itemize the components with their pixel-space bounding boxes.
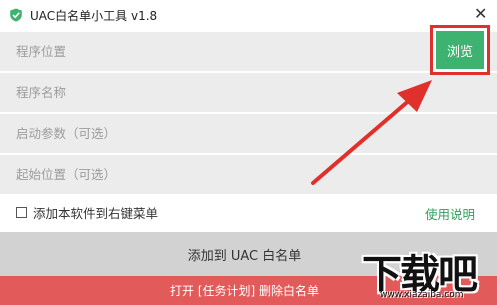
- browse-button[interactable]: 浏览: [436, 31, 484, 69]
- context-menu-option[interactable]: 添加本软件到右键菜单: [16, 204, 159, 221]
- add-to-whitelist-label: 添加到 UAC 白名单: [187, 248, 302, 264]
- program-path-input[interactable]: [0, 32, 420, 71]
- title-bar: UAC白名单小工具 v1.8 ✕: [0, 0, 497, 30]
- start-location-input[interactable]: [0, 155, 420, 194]
- watermark-url: www.xiazaiba.com: [380, 290, 464, 300]
- program-path-row: [0, 32, 497, 71]
- shield-check-icon: [10, 8, 22, 22]
- program-name-input[interactable]: [0, 73, 420, 112]
- launch-args-row: [0, 114, 497, 153]
- context-menu-checkbox-label: 添加本软件到右键菜单: [33, 205, 159, 221]
- window-title: UAC白名单小工具 v1.8: [30, 9, 158, 23]
- help-link[interactable]: 使用说明: [425, 204, 475, 223]
- launch-args-input[interactable]: [0, 114, 420, 153]
- close-icon[interactable]: ✕: [474, 6, 487, 22]
- start-location-row: [0, 155, 497, 194]
- open-task-scheduler-label: 打开 [任务计划] 删除白名单: [170, 284, 319, 298]
- context-menu-checkbox[interactable]: [16, 206, 27, 218]
- program-name-row: [0, 73, 497, 112]
- browse-highlight-frame: 浏览: [430, 25, 490, 75]
- watermark-logo: 下载吧 www.xiazaiba.com: [360, 240, 497, 305]
